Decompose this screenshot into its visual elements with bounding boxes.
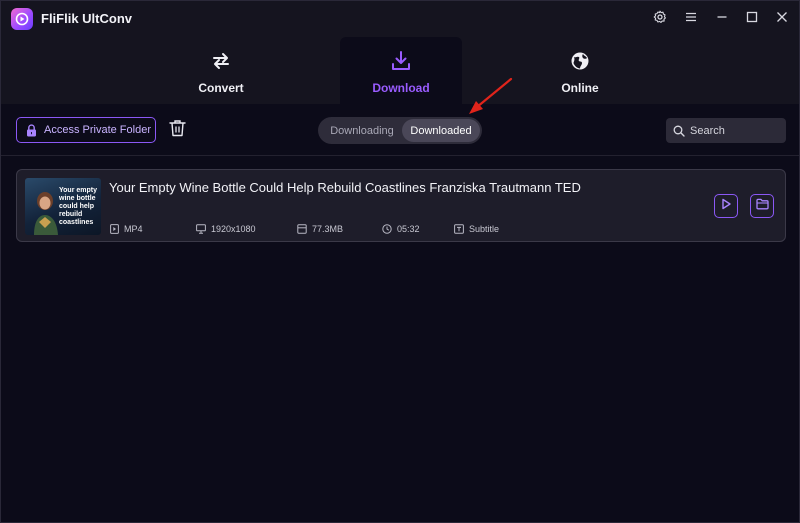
folder-icon <box>755 197 769 215</box>
title-bar: FliFlik UltConv <box>1 1 799 37</box>
download-toolbar: Access Private Folder Downloading Downlo… <box>1 104 799 156</box>
format-meta: MP4 <box>110 223 143 235</box>
speaker-figure <box>34 192 58 235</box>
download-icon <box>390 50 412 72</box>
play-button[interactable] <box>714 194 738 218</box>
segment-downloading[interactable]: Downloading <box>322 119 402 142</box>
segment-downloaded[interactable]: Downloaded <box>402 119 480 142</box>
hamburger-menu-icon <box>685 10 697 28</box>
tab-convert[interactable]: Convert <box>161 37 281 104</box>
maximize-icon <box>746 10 758 28</box>
tab-download-label: Download <box>372 81 430 95</box>
globe-icon <box>569 50 591 72</box>
tab-online-label: Online <box>561 81 599 95</box>
resolution-meta: 1920x1080 <box>196 223 256 235</box>
app-logo <box>11 8 33 30</box>
thumbnail-caption: Your empty wine bottle could help rebuil… <box>59 187 97 226</box>
delete-button[interactable] <box>166 119 188 141</box>
tab-download[interactable]: Download <box>340 37 462 104</box>
resolution-value: 1920x1080 <box>211 224 256 234</box>
download-status-switch: Downloading Downloaded <box>318 117 482 144</box>
search-icon <box>673 125 685 137</box>
tab-convert-label: Convert <box>198 81 244 95</box>
open-folder-button[interactable] <box>750 194 774 218</box>
tab-online[interactable]: Online <box>520 37 640 104</box>
minimize-button[interactable] <box>712 9 732 29</box>
trash-icon <box>168 119 186 142</box>
subtitle-meta: Subtitle <box>454 223 499 235</box>
play-icon <box>720 197 732 215</box>
close-icon <box>776 10 788 28</box>
app-window: FliFlik UltConv Convert Download Online … <box>0 0 800 523</box>
clock-icon <box>382 224 392 234</box>
lock-icon <box>26 123 37 137</box>
monitor-icon <box>196 224 206 234</box>
app-title: FliFlik UltConv <box>41 11 132 26</box>
settings-gear-button[interactable] <box>650 9 670 29</box>
size-meta: 77.3MB <box>297 223 343 235</box>
main-navigation: Convert Download Online <box>1 37 799 104</box>
subtitle-icon <box>454 224 464 234</box>
storage-icon <box>297 224 307 234</box>
private-folder-label: Access Private Folder <box>44 124 151 136</box>
minimize-icon <box>716 10 728 28</box>
search-input[interactable] <box>690 124 780 137</box>
video-file-icon <box>110 224 119 234</box>
access-private-folder-button[interactable]: Access Private Folder <box>16 117 156 143</box>
format-value: MP4 <box>124 224 143 234</box>
size-value: 77.3MB <box>312 224 344 234</box>
menu-button[interactable] <box>681 9 701 29</box>
duration-value: 05:32 <box>397 224 420 234</box>
search-box[interactable] <box>666 118 786 143</box>
close-button[interactable] <box>772 9 792 29</box>
list-item[interactable]: Your empty wine bottle could help rebuil… <box>16 169 786 242</box>
video-thumbnail[interactable]: Your empty wine bottle could help rebuil… <box>25 178 101 235</box>
maximize-button[interactable] <box>742 9 762 29</box>
duration-meta: 05:32 <box>382 223 420 235</box>
convert-arrows-icon <box>210 50 232 72</box>
subtitle-value: Subtitle <box>469 224 500 234</box>
gear-icon <box>653 10 667 29</box>
video-title: Your Empty Wine Bottle Could Help Rebuil… <box>109 180 581 195</box>
